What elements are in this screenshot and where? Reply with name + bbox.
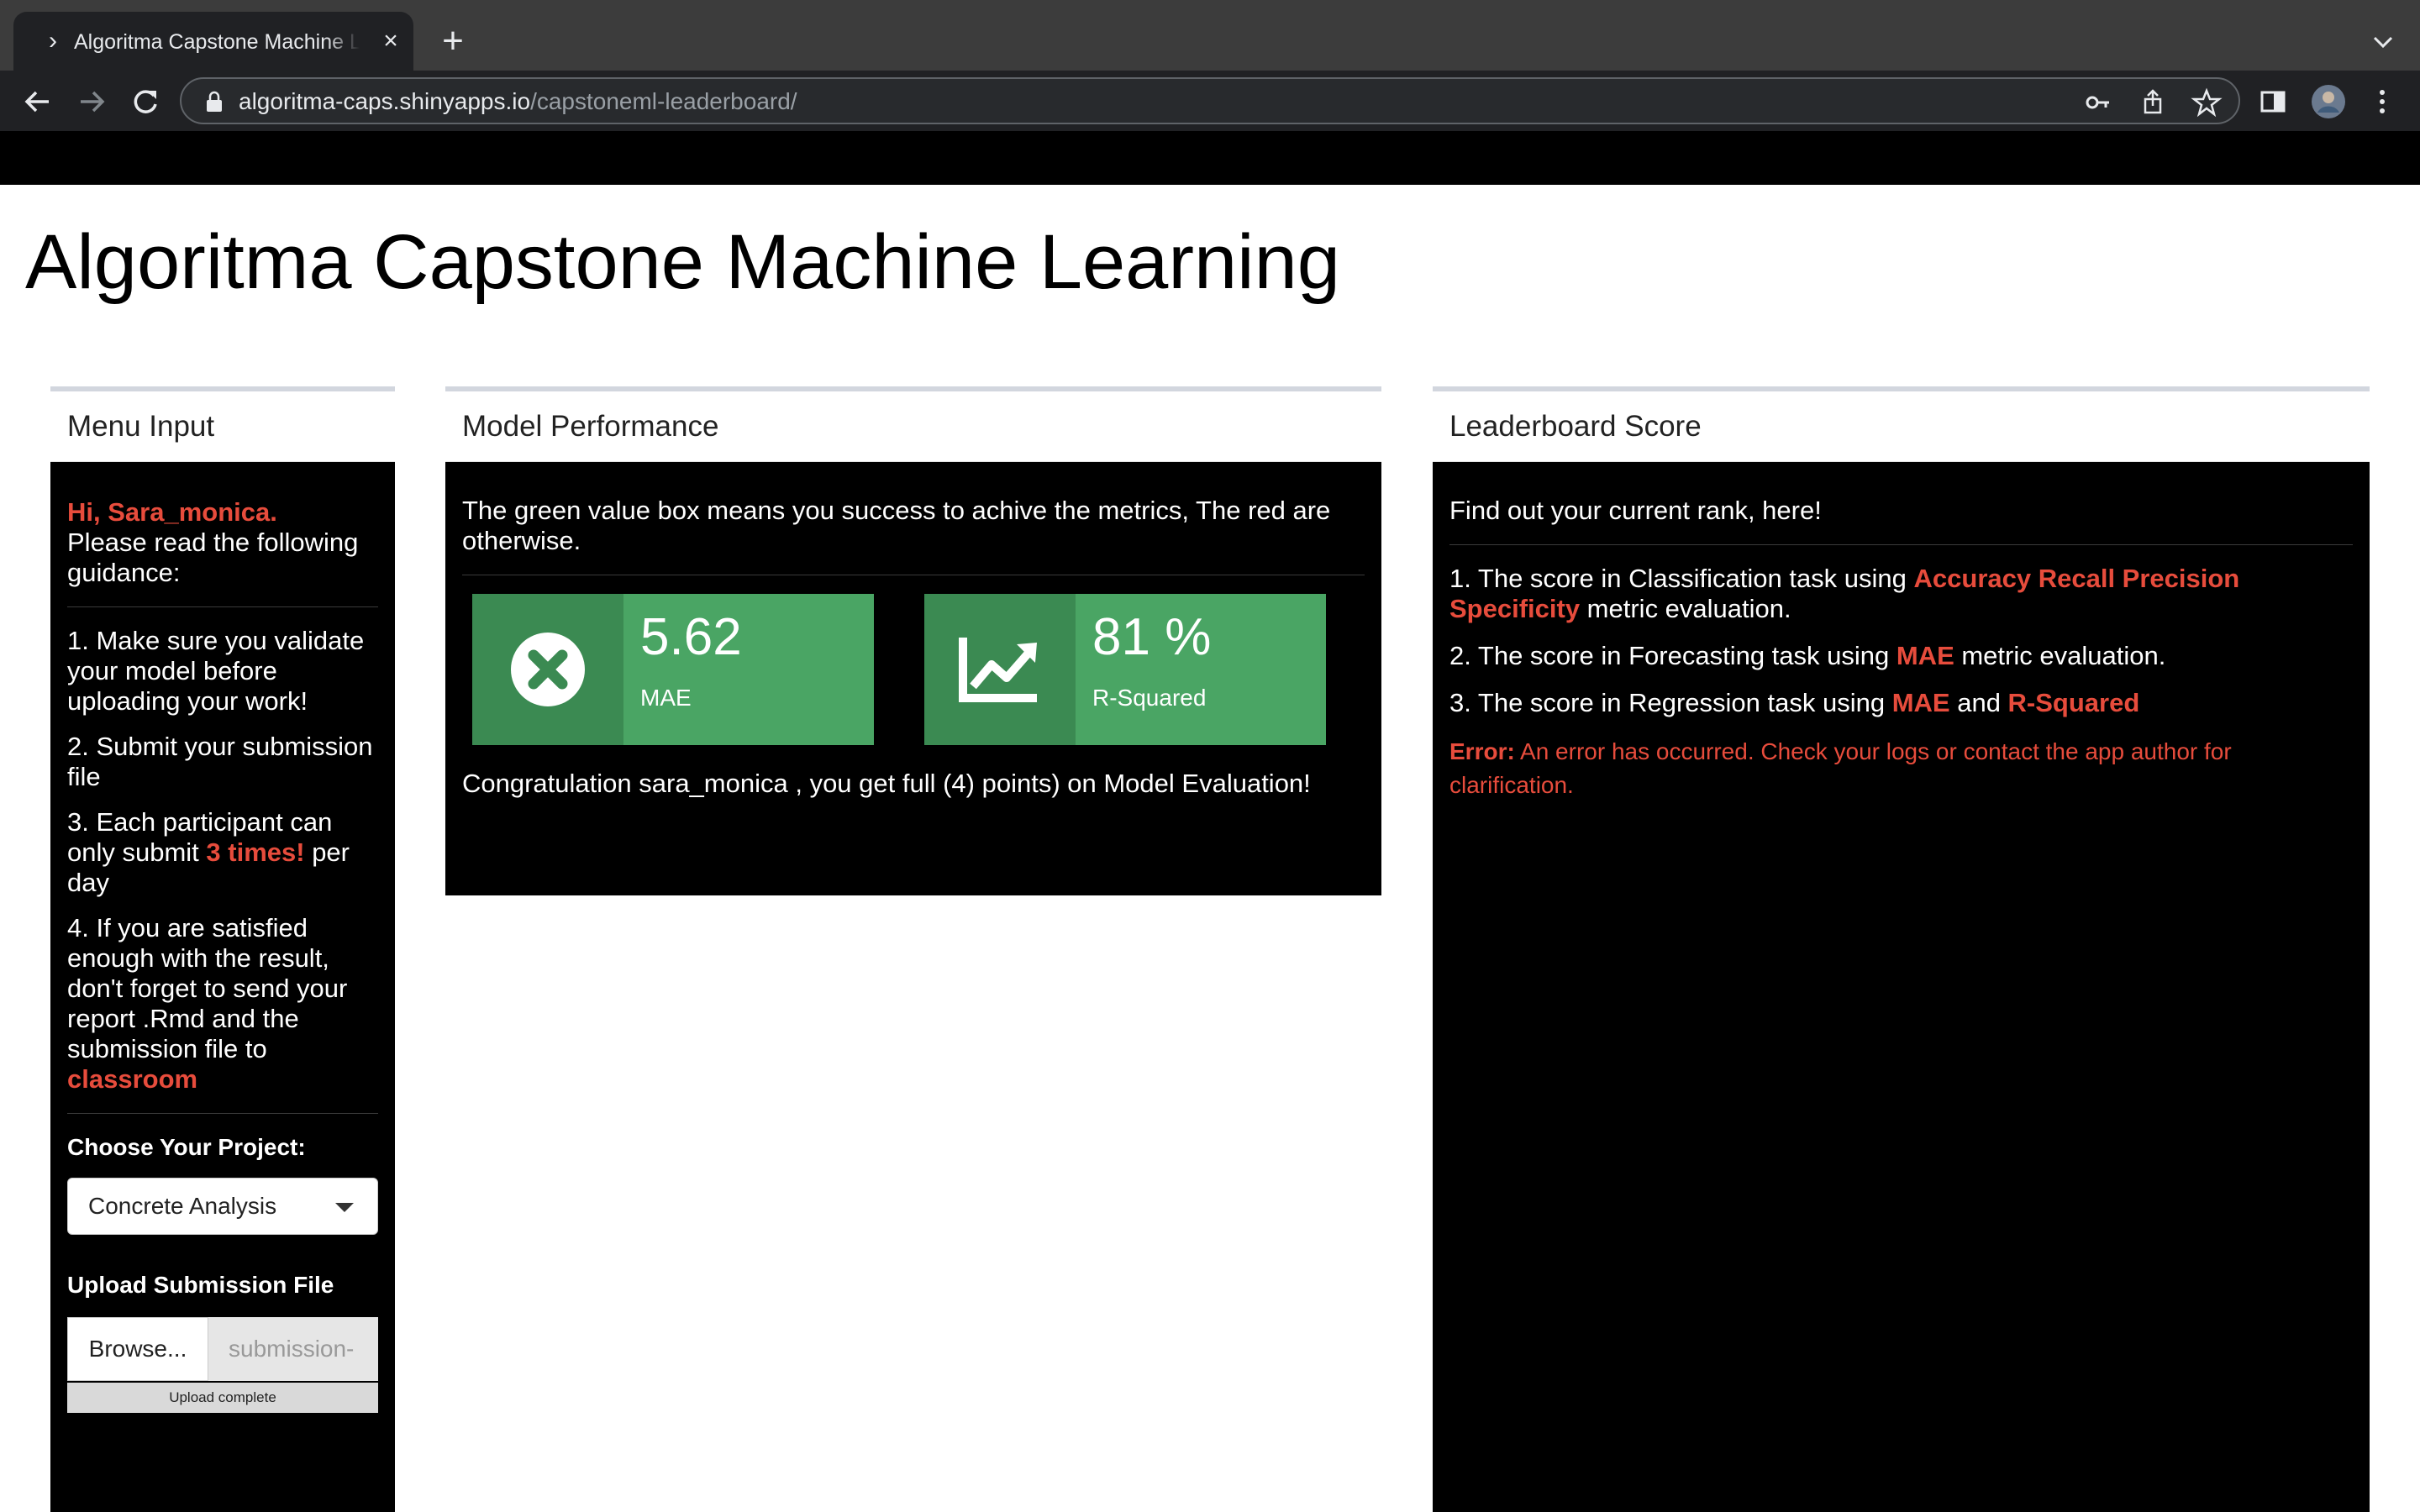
leaderboard-item-3: 3. The score in Regression task using MA…	[1449, 688, 2140, 717]
close-icon[interactable]: ×	[376, 27, 405, 55]
leaderboard-item-2: 2. The score in Forecasting task using M…	[1449, 641, 2166, 670]
chevron-down-icon[interactable]	[2365, 24, 2402, 60]
file-upload: Browse... submission-	[67, 1317, 378, 1381]
submit-limit-highlight: 3 times!	[206, 837, 305, 867]
profile-avatar-icon[interactable]	[2309, 82, 2348, 121]
chevron-right-icon: ›	[49, 27, 57, 55]
forward-arrow-icon[interactable]	[72, 82, 111, 121]
url-host: algoritma-caps.shinyapps.io	[239, 88, 531, 114]
project-select-label: Choose Your Project:	[67, 1134, 306, 1160]
divider	[67, 606, 378, 607]
times-circle-icon	[511, 633, 585, 706]
lock-icon[interactable]	[205, 91, 224, 113]
browser-tabstrip: › Algoritma Capstone Machine Learning Le…	[0, 0, 2420, 71]
url-path: /capstoneml-leaderboard/	[530, 88, 797, 114]
r-squared-value: 81 %	[1092, 608, 1212, 666]
forecasting-metric-highlight: MAE	[1896, 641, 1954, 670]
browser-tab[interactable]: › Algoritma Capstone Machine Learning Le…	[13, 12, 413, 71]
key-icon[interactable]	[2082, 86, 2116, 119]
bookmark-star-icon[interactable]	[2190, 86, 2223, 119]
error-text: An error has occurred. Check your logs o…	[1449, 738, 2232, 798]
leaderboard-score-header: Leaderboard Score	[1433, 391, 2370, 462]
tab-title: Algoritma Capstone Machine Learning Lead…	[74, 30, 360, 54]
caret-down-icon	[335, 1203, 354, 1212]
menu-input-box: Menu Input Hi, Sara_monica. Please read …	[50, 386, 395, 1512]
guidance-intro: Please read the following guidance:	[67, 528, 359, 587]
share-icon[interactable]	[2136, 86, 2170, 119]
page-title: Algoritma Capstone Machine Learning	[25, 219, 1340, 305]
mae-value: 5.62	[640, 608, 742, 666]
app-header-bar	[0, 131, 2420, 185]
new-tab-plus-icon[interactable]: +	[434, 22, 472, 60]
browser-toolbar: algoritma-caps.shinyapps.io/capstoneml-l…	[0, 71, 2420, 131]
model-performance-header: Model Performance	[445, 391, 1381, 462]
back-arrow-icon[interactable]	[18, 82, 57, 121]
congratulation-text: Congratulation sara_monica , you get ful…	[462, 769, 1311, 798]
performance-info: The green value box means you success to…	[462, 496, 1331, 555]
guidance-item-4: 4. If you are satisfied enough with the …	[67, 913, 348, 1094]
regression-metric-mae: MAE	[1891, 688, 1950, 717]
menu-input-header: Menu Input	[50, 391, 395, 462]
side-panel-icon[interactable]	[2254, 82, 2292, 121]
upload-label: Upload Submission File	[67, 1272, 334, 1298]
model-performance-box: Model Performance The green value box me…	[445, 386, 1381, 895]
leaderboard-score-box: Leaderboard Score Find out your current …	[1433, 386, 2370, 1512]
greeting: Hi, Sara_monica.	[67, 497, 277, 527]
guidance-item-3: 3. Each participant can only submit 3 ti…	[67, 807, 350, 897]
divider	[67, 1113, 378, 1114]
error-message: Error: An error has occurred. Check your…	[1449, 735, 2353, 802]
url-text[interactable]: algoritma-caps.shinyapps.io/capstoneml-l…	[239, 86, 797, 118]
more-vert-icon[interactable]	[2363, 82, 2402, 121]
mae-label: MAE	[640, 685, 692, 711]
project-select-value: Concrete Analysis	[88, 1193, 277, 1219]
file-name-field[interactable]: submission-	[208, 1317, 378, 1381]
leaderboard-intro: Find out your current rank, here!	[1449, 496, 1822, 525]
regression-metric-r-squared: R-Squared	[2007, 688, 2140, 717]
reload-icon[interactable]	[126, 82, 165, 121]
guidance-item-1: 1. Make sure you validate your model bef…	[67, 626, 365, 716]
classroom-highlight: classroom	[67, 1064, 198, 1094]
chart-line-icon	[959, 638, 1037, 702]
browse-button[interactable]: Browse...	[67, 1317, 208, 1381]
error-label: Error:	[1449, 738, 1515, 764]
upload-progress: Upload complete	[67, 1383, 378, 1413]
mae-value-box: 5.62 MAE	[472, 594, 874, 745]
guidance-item-2: 2. Submit your submission file	[67, 732, 373, 791]
leaderboard-item-1: 1. The score in Classification task usin…	[1449, 564, 2240, 623]
project-select[interactable]: Concrete Analysis	[67, 1178, 378, 1235]
r-squared-label: R-Squared	[1092, 685, 1207, 711]
r-squared-value-box: 81 % R-Squared	[924, 594, 1326, 745]
divider	[1449, 544, 2353, 545]
address-bar[interactable]: algoritma-caps.shinyapps.io/capstoneml-l…	[180, 77, 2240, 124]
